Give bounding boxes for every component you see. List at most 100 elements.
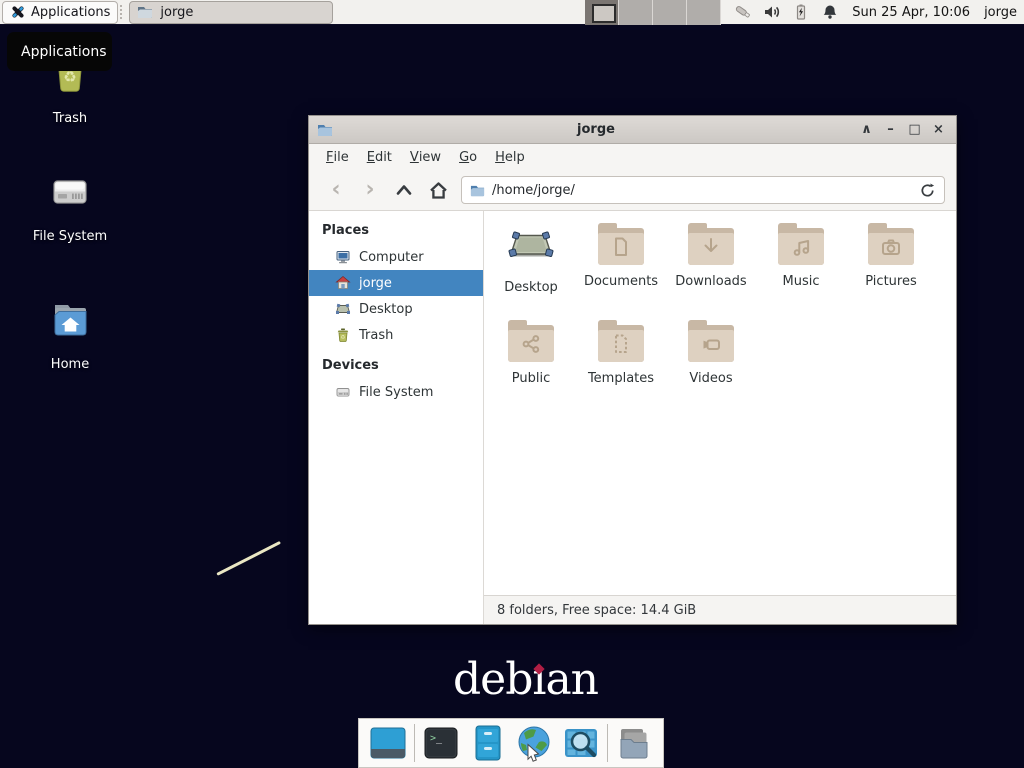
sidebar-item-label: Desktop [359,302,413,317]
taskbar-window-button[interactable]: jorge [129,1,333,24]
workspace-button-2[interactable] [619,0,653,25]
trash-icon: ♻ [335,327,351,343]
desktop-icon-file-system[interactable]: File System [15,168,125,244]
web-browser-launcher[interactable] [513,722,555,764]
folder-label: Pictures [865,274,916,289]
notifications-bell-icon[interactable] [820,2,840,22]
folder-icon-public [507,318,555,364]
desktop-icon-label: Trash [53,111,87,126]
folder-videos[interactable]: Videos [667,318,755,415]
taskbar-window-folder-icon [137,4,153,20]
panel-clock[interactable]: Sun 25 Apr, 10:06 [852,5,970,20]
sidebar-item-file-system[interactable]: File System [309,379,483,405]
location-bar[interactable]: /home/jorge/ [461,176,945,204]
panel-username[interactable]: jorge [984,5,1017,20]
forward-button[interactable]: › [353,176,387,204]
bottom-dock: > _ [358,718,664,768]
xfce-applications-icon [10,4,26,20]
menu-edit[interactable]: Edit [358,144,401,170]
minimize-button[interactable]: – [881,120,900,139]
debian-logo-i: ı [532,654,545,705]
sidebar-item-label: File System [359,385,433,400]
window-titlebar[interactable]: jorge ∧ – □ × [309,116,956,144]
workspace-button-1[interactable] [585,0,619,25]
workspace-button-4[interactable] [687,0,721,25]
application-finder-icon [561,723,601,763]
sidebar-item-trash[interactable]: ♻ Trash [309,322,483,348]
music-notes-glyph-icon [789,235,813,259]
template-document-glyph-icon [609,332,633,356]
workspace-window-miniature [592,4,616,23]
folder-shortcut[interactable] [613,722,655,764]
stylus-icon[interactable] [733,2,753,22]
window-controls: ∧ – □ × [857,120,948,139]
desktop-icon [507,221,555,273]
sidebar-header-places: Places [309,219,483,244]
show-desktop-button[interactable] [367,722,409,764]
shade-button[interactable]: ∧ [857,120,876,139]
folder-label: Downloads [675,274,746,289]
folder-downloads[interactable]: Downloads [667,221,755,318]
desktop-screen: Applications jorge [0,0,1024,768]
folder-pictures[interactable]: Pictures [847,221,935,318]
menu-help[interactable]: Help [486,144,534,170]
home-icon [335,275,351,291]
path-folder-icon [470,183,485,198]
sidebar-item-desktop[interactable]: Desktop [309,296,483,322]
download-arrow-glyph-icon [699,235,723,259]
sidebar: Places Computer [309,211,484,624]
folder-public[interactable]: Public [487,318,575,415]
workspace-button-3[interactable] [653,0,687,25]
window-body: Places Computer [309,211,956,624]
home-button[interactable] [421,176,455,204]
files-pane: Desktop Documents [484,211,956,624]
close-button[interactable]: × [929,120,948,139]
folder-music[interactable]: Music [757,221,845,318]
folder-documents[interactable]: Documents [577,221,665,318]
volume-icon[interactable] [762,2,782,22]
sidebar-item-label: Trash [359,328,393,343]
applications-tooltip-text: Applications [21,44,107,60]
desktop-icon [335,301,351,317]
file-grid: Desktop Documents [484,211,956,595]
folder-desktop[interactable]: Desktop [487,221,575,318]
sidebar-item-jorge[interactable]: jorge [309,270,483,296]
document-glyph-icon [609,235,633,259]
sidebar-item-computer[interactable]: Computer [309,244,483,270]
terminal-launcher[interactable]: > _ [420,722,462,764]
desktop-icon-home[interactable]: Home [15,296,125,372]
maximize-button[interactable]: □ [905,120,924,139]
home-icon [428,180,449,200]
window-folder-icon [317,122,335,138]
applications-menu-label: Applications [31,5,110,20]
up-arrow-icon [394,180,414,200]
taskbar-grip [120,5,127,19]
share-glyph-icon [519,332,543,356]
folder-templates[interactable]: Templates [577,318,665,415]
folder-icon [614,723,654,763]
up-button[interactable] [387,176,421,204]
forward-icon: › [365,179,374,201]
back-button[interactable]: ‹ [319,176,353,204]
dock-separator [414,724,415,762]
debian-logo-text: deb [453,654,532,705]
folder-label: Documents [584,274,658,289]
reload-button[interactable] [919,182,936,199]
path-text: /home/jorge/ [492,183,575,198]
desktop-icon-label: Home [51,357,89,372]
folder-label: Music [783,274,820,289]
folder-icon-templates [597,318,645,364]
file-manager-launcher[interactable] [467,722,509,764]
video-camera-glyph-icon [699,332,723,356]
menu-file[interactable]: File [317,144,358,170]
folder-icon-pictures [867,221,915,267]
sidebar-item-label: Computer [359,250,424,265]
menu-go[interactable]: Go [450,144,486,170]
applications-menu-button[interactable]: Applications [2,1,118,24]
menu-view[interactable]: View [401,144,450,170]
battery-icon[interactable] [791,2,811,22]
application-finder-launcher[interactable] [560,722,602,764]
svg-text:_: _ [436,733,443,744]
toolbar: ‹ › [309,170,956,211]
folder-label: Desktop [504,280,558,295]
